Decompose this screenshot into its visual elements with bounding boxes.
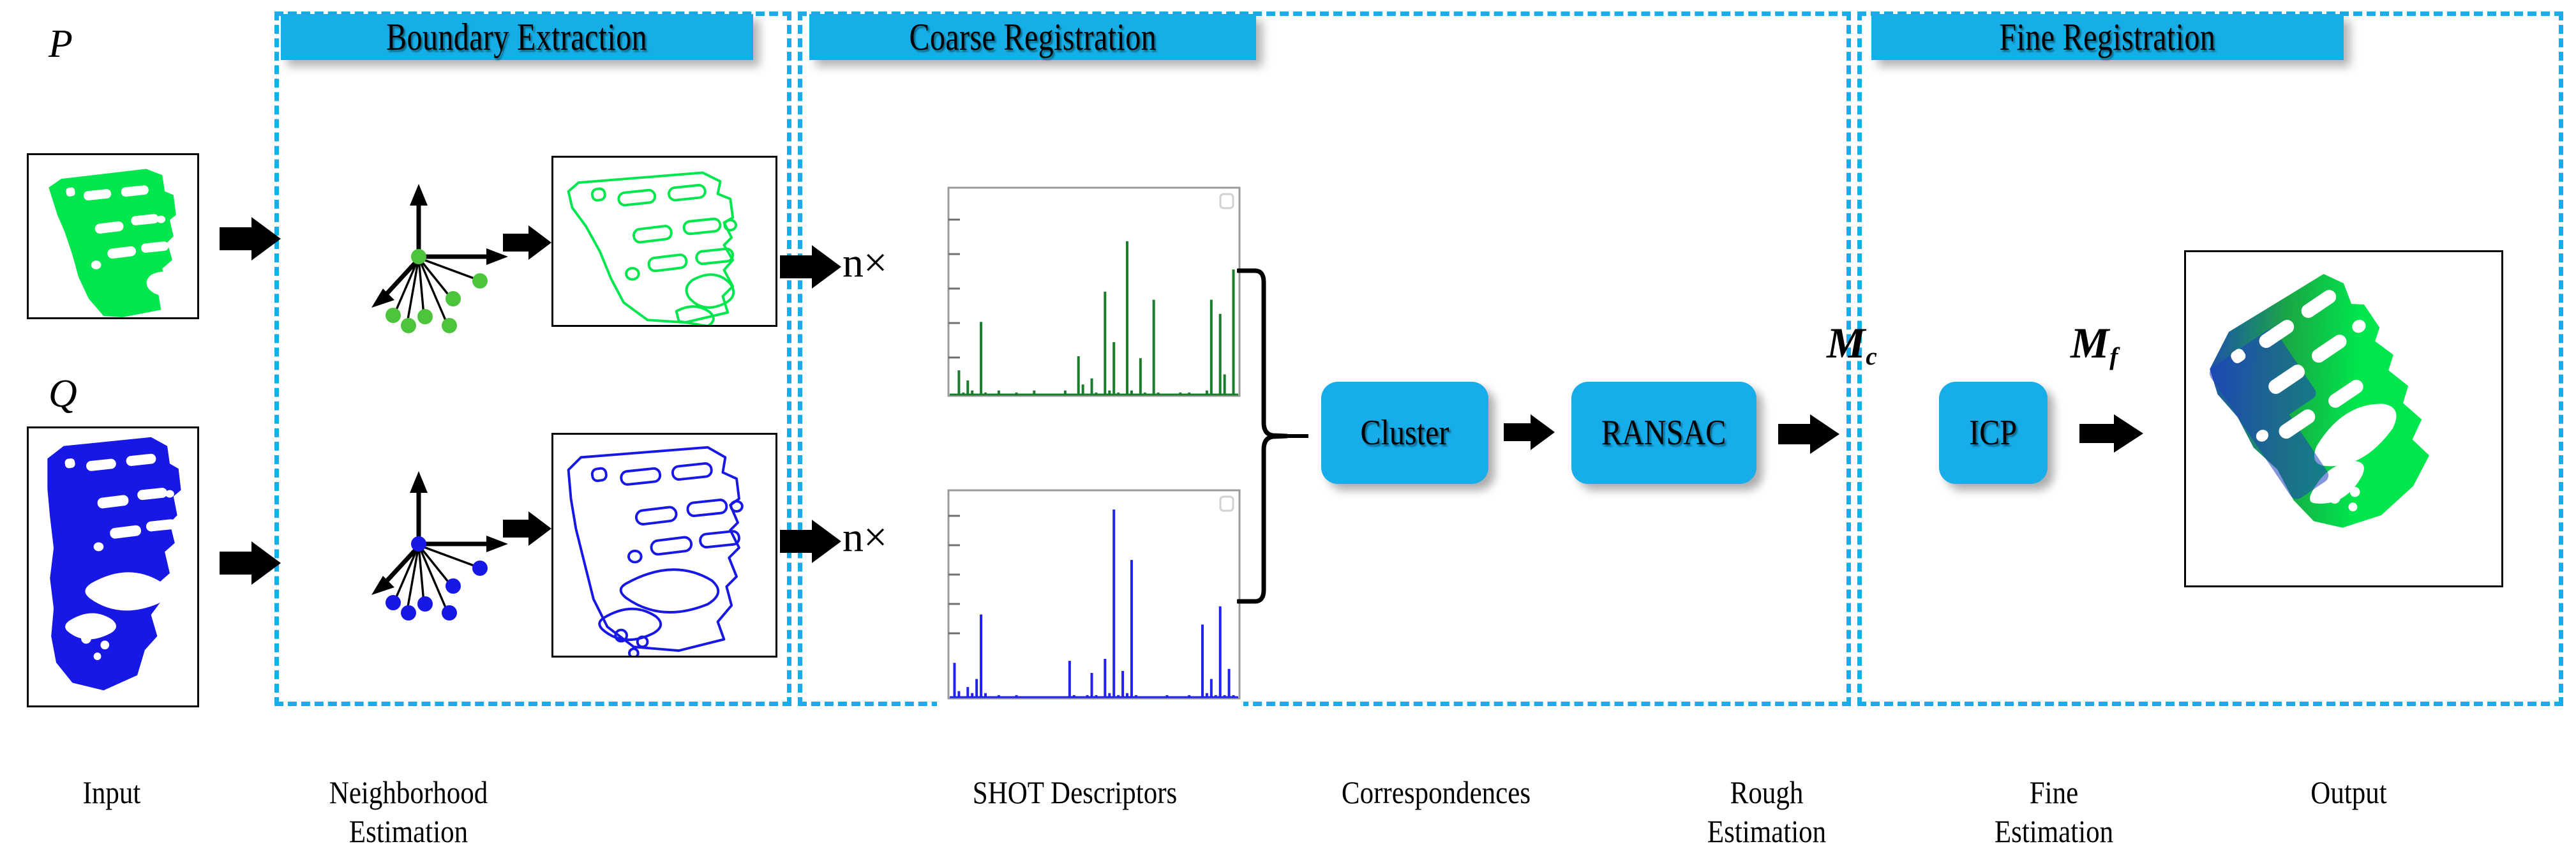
process-box-ransac[interactable]: RANSAC — [1571, 382, 1756, 484]
caption-output: Output — [2245, 734, 2453, 812]
caption-neighborhood-estimation-text: Neighborhood Estimation — [329, 774, 488, 849]
caption-output-text: Output — [2310, 774, 2387, 810]
input-label-p-text: P — [49, 22, 73, 66]
process-box-ransac-label: RANSAC — [1601, 413, 1726, 453]
shot-descriptor-plot-target — [937, 486, 1243, 709]
caption-fine-estimation: Fine Estimation — [1933, 734, 2175, 851]
shot-descriptor-plot-source — [937, 184, 1243, 406]
arrow-neighborhood-q-to-boundary — [503, 511, 551, 546]
caption-neighborhood-estimation: Neighborhood Estimation — [310, 734, 507, 851]
pipeline-diagram: Boundary Extraction Coarse Registration … — [0, 0, 2576, 849]
neighborhood-estimation-q — [357, 466, 562, 658]
caption-correspondences: Correspondences — [1277, 734, 1596, 812]
transform-label-mc-base: M — [1827, 319, 1866, 367]
point-cloud-p-graphic — [49, 169, 180, 317]
banner-label-boundary-extraction: Boundary Extraction — [386, 15, 648, 58]
neighborhood-estimation-p — [357, 179, 562, 370]
neighborhood-frame-q-graphic — [371, 471, 508, 621]
input-cloud-p — [27, 153, 199, 319]
banner-label-fine-registration: Fine Registration — [1999, 15, 2216, 58]
caption-correspondences-text: Correspondences — [1341, 774, 1531, 810]
output-cloud-graphic — [2209, 274, 2430, 528]
boundary-outline-q — [551, 433, 777, 658]
arrow-input-p-to-neighborhood — [220, 216, 281, 262]
caption-shot-descriptors-text: SHOT Descriptors — [972, 774, 1178, 810]
input-label-q: Q — [49, 372, 77, 417]
boundary-outline-p — [551, 156, 777, 327]
input-label-q-text: Q — [49, 372, 77, 416]
banner-boundary-extraction: Boundary Extraction — [281, 14, 753, 60]
transform-label-mf-sub: f — [2109, 342, 2118, 371]
transform-label-mc-sub: c — [1866, 342, 1877, 371]
input-cloud-q — [27, 426, 199, 707]
point-cloud-q-graphic — [47, 437, 181, 691]
boundary-outline-p-graphic — [567, 171, 738, 325]
banner-coarse-registration: Coarse Registration — [809, 14, 1256, 60]
arrow-cluster-to-ransac — [1504, 414, 1555, 451]
process-box-cluster[interactable]: Cluster — [1321, 382, 1488, 484]
caption-fine-estimation-text: Fine Estimation — [1994, 774, 2114, 849]
arrow-input-q-to-neighborhood — [220, 540, 281, 586]
process-box-icp-label: ICP — [1969, 413, 2018, 453]
arrow-to-shot-descriptor-bottom — [780, 518, 841, 564]
banner-fine-registration: Fine Registration — [1871, 14, 2344, 60]
banner-label-coarse-registration: Coarse Registration — [909, 15, 1157, 58]
arrow-neighborhood-p-to-boundary — [503, 225, 551, 260]
process-box-cluster-label: Cluster — [1360, 413, 1449, 453]
arrow-icp-to-output — [2079, 414, 2143, 453]
repeat-label-top-text: n× — [842, 239, 888, 286]
caption-rough-estimation-text: Rough Estimation — [1707, 774, 1827, 849]
caption-input: Input — [16, 734, 208, 812]
boundary-outline-q-graphic — [567, 446, 744, 656]
output-registered-cloud — [2184, 250, 2503, 587]
caption-shot-descriptors: SHOT Descriptors — [921, 734, 1229, 812]
arrow-ransac-to-icp — [1778, 414, 1839, 455]
repeat-label-n-times-bottom: n× — [842, 513, 887, 562]
arrow-to-shot-descriptor-top — [780, 244, 841, 290]
repeat-label-n-times-top: n× — [842, 239, 887, 287]
caption-rough-estimation: Rough Estimation — [1646, 734, 1887, 851]
process-box-icp[interactable]: ICP — [1939, 382, 2048, 484]
neighborhood-frame-p-graphic — [371, 184, 508, 333]
input-label-p: P — [49, 22, 73, 67]
shot-descriptor-plot-source-graphic — [947, 186, 1241, 397]
transform-label-mf-base: M — [2071, 319, 2109, 367]
caption-input-text: Input — [82, 774, 141, 810]
transform-label-mc: Mc — [1827, 318, 1877, 371]
repeat-label-bottom-text: n× — [842, 514, 888, 561]
transform-label-mf: Mf — [2071, 318, 2118, 371]
shot-descriptor-plot-target-graphic — [947, 489, 1241, 700]
